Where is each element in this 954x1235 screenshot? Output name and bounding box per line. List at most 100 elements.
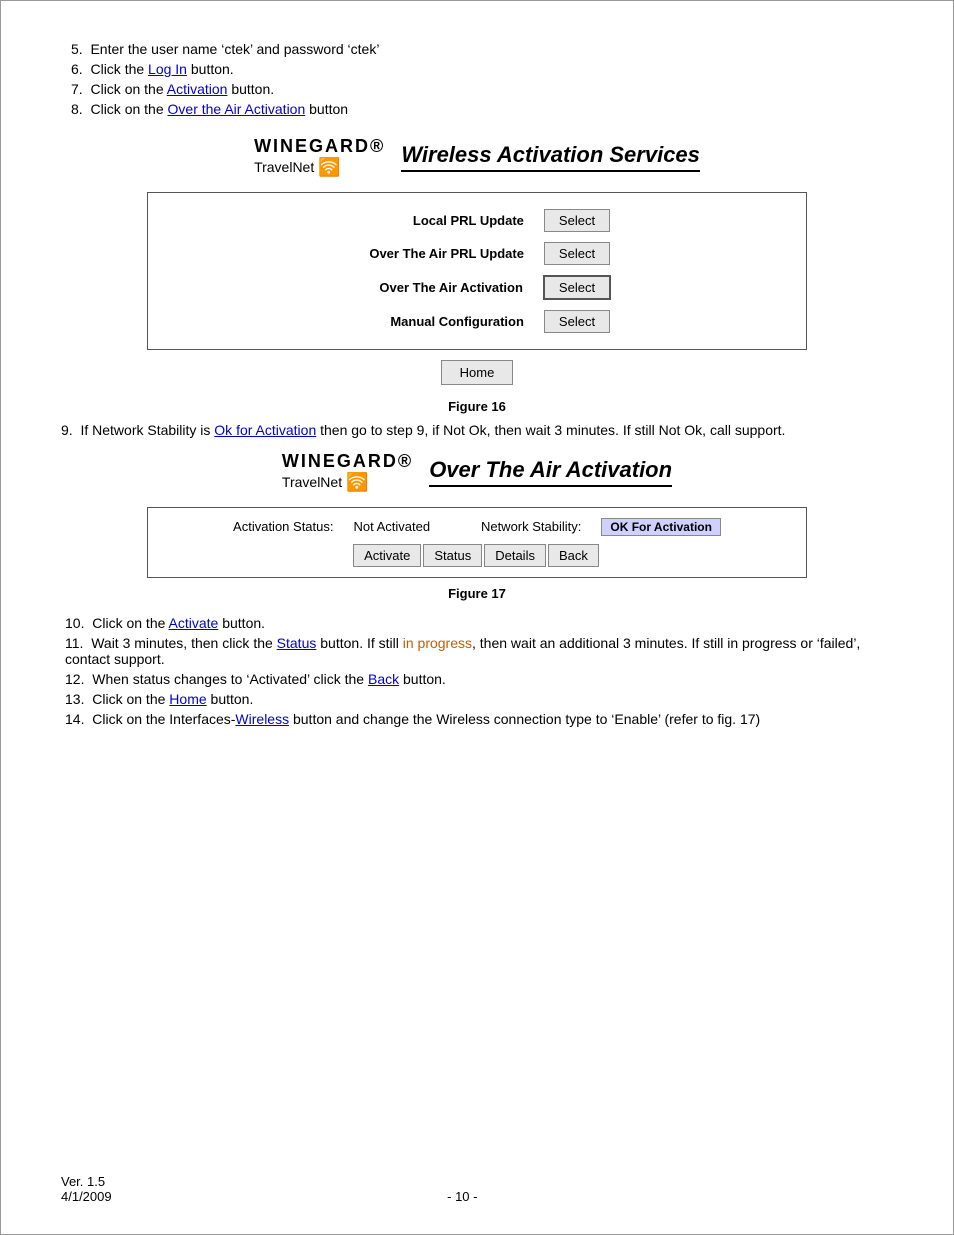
- winegard-logo: WINEGARD® TravelNet 🛜: [254, 137, 385, 178]
- step-8-num: 8.: [71, 101, 83, 117]
- figure16-row-3: Over The Air Activation Select: [168, 275, 786, 300]
- wireless-activation-title: Wireless Activation Services: [401, 142, 700, 172]
- manual-config-select-button[interactable]: Select: [544, 310, 610, 333]
- winegard-brand-2: WINEGARD®: [282, 452, 413, 472]
- footer: Ver. 1.5 4/1/2009 - 10 -: [61, 1174, 893, 1204]
- step-11-num: 11.: [65, 635, 83, 651]
- status-button[interactable]: Status: [423, 544, 482, 567]
- step-9-num: 9.: [61, 422, 73, 438]
- step-10-num: 10.: [65, 615, 84, 631]
- figure17-caption: Figure 17: [61, 586, 893, 601]
- step-7-num: 7.: [71, 81, 83, 97]
- manual-config-label: Manual Configuration: [344, 314, 544, 329]
- home-button-container: Home: [61, 360, 893, 385]
- footer-center: - 10 -: [112, 1189, 813, 1204]
- figure16-caption: Figure 16: [61, 399, 893, 414]
- page: 5. Enter the user name ‘ctek’ and passwo…: [0, 0, 954, 1235]
- step-12-text-before: When status changes to ‘Activated’ click…: [92, 671, 368, 687]
- step-9-text-after: then go to step 9, if Not Ok, then wait …: [316, 422, 785, 438]
- step-10: 10. Click on the Activate button.: [61, 615, 893, 631]
- winegard-sub: TravelNet 🛜: [254, 157, 385, 178]
- step-12-num: 12.: [65, 671, 84, 687]
- ok-for-activation-link[interactable]: Ok for Activation: [214, 422, 316, 438]
- ota-title: Over The Air Activation: [429, 457, 672, 487]
- step-13-text-after: button.: [207, 691, 254, 707]
- step-10-text-after: button.: [218, 615, 265, 631]
- back-button[interactable]: Back: [548, 544, 599, 567]
- step-10-text-before: Click on the: [92, 615, 168, 631]
- step-14: 14. Click on the Interfaces-Wireless but…: [61, 711, 893, 727]
- step-8-text-after: button: [305, 101, 348, 117]
- activate-button[interactable]: Activate: [353, 544, 421, 567]
- figure16-box: Local PRL Update Select Over The Air PRL…: [147, 192, 807, 350]
- figure17-header: WINEGARD® TravelNet 🛜 Over The Air Activ…: [61, 452, 893, 493]
- step-11-text-before: Wait 3 minutes, then click the: [91, 635, 276, 651]
- home-button[interactable]: Home: [441, 360, 514, 385]
- winegard-brand: WINEGARD®: [254, 137, 385, 157]
- top-steps-list: 5. Enter the user name ‘ctek’ and passwo…: [61, 41, 893, 117]
- step-11: 11. Wait 3 minutes, then click the Statu…: [61, 635, 893, 667]
- step-8: 8. Click on the Over the Air Activation …: [61, 101, 893, 117]
- page-number: - 10 -: [447, 1189, 477, 1204]
- local-prl-select-button[interactable]: Select: [544, 209, 610, 232]
- step-5-text: Enter the user name ‘ctek’ and password …: [90, 41, 379, 57]
- network-stability-value: OK For Activation: [601, 518, 721, 536]
- step-14-text-before: Click on the Interfaces-: [92, 711, 235, 727]
- step-7-text-before: Click on the: [90, 81, 166, 97]
- figure16-header: WINEGARD® TravelNet 🛜 Wireless Activatio…: [61, 137, 893, 178]
- date-text: 4/1/2009: [61, 1189, 112, 1204]
- step-12: 12. When status changes to ‘Activated’ c…: [61, 671, 893, 687]
- ota-prl-select-button[interactable]: Select: [544, 242, 610, 265]
- travelnet-label-2: TravelNet: [282, 474, 342, 490]
- step-14-text-after: button and change the Wireless connectio…: [289, 711, 760, 727]
- step-9: 9. If Network Stability is Ok for Activa…: [61, 422, 893, 438]
- step-6-text-after: button.: [187, 61, 234, 77]
- ota-activation-select-button[interactable]: Select: [543, 275, 611, 300]
- figure16-row-4: Manual Configuration Select: [168, 310, 786, 333]
- ota-link[interactable]: Over the Air Activation: [168, 101, 306, 117]
- step-7: 7. Click on the Activation button.: [61, 81, 893, 97]
- travelnet-icon: 🛜: [318, 157, 340, 178]
- version-text: Ver. 1.5: [61, 1174, 112, 1189]
- step-13-text-before: Click on the: [92, 691, 169, 707]
- step-11-text-mid: button. If still: [316, 635, 402, 651]
- step-6-text-before: Click the: [90, 61, 148, 77]
- step-8-text-before: Click on the: [90, 101, 167, 117]
- in-progress-text: in progress: [403, 635, 472, 651]
- activation-link[interactable]: Activation: [167, 81, 228, 97]
- step-13: 13. Click on the Home button.: [61, 691, 893, 707]
- ota-activation-label: Over The Air Activation: [343, 280, 543, 295]
- status-link[interactable]: Status: [277, 635, 317, 651]
- figure16-row-2: Over The Air PRL Update Select: [168, 242, 786, 265]
- step-12-text-after: button.: [399, 671, 446, 687]
- step-5-num: 5.: [71, 41, 83, 57]
- activation-status-label: Activation Status:: [233, 519, 333, 534]
- step-5: 5. Enter the user name ‘ctek’ and passwo…: [61, 41, 893, 57]
- local-prl-label: Local PRL Update: [344, 213, 544, 228]
- home-link[interactable]: Home: [169, 691, 206, 707]
- step-6: 6. Click the Log In button.: [61, 61, 893, 77]
- activation-status-value: Not Activated: [354, 519, 431, 534]
- wireless-link[interactable]: Wireless: [235, 711, 289, 727]
- step-7-text-after: button.: [227, 81, 274, 97]
- network-stability-label: Network Stability:: [481, 519, 581, 534]
- login-link[interactable]: Log In: [148, 61, 187, 77]
- step-9-text-before: If Network Stability is: [80, 422, 214, 438]
- details-button[interactable]: Details: [484, 544, 546, 567]
- winegard-sub-2: TravelNet 🛜: [282, 472, 413, 493]
- figure17-buttons: Activate Status Details Back: [168, 544, 786, 567]
- ota-prl-label: Over The Air PRL Update: [344, 246, 544, 261]
- step-13-num: 13.: [65, 691, 84, 707]
- footer-left: Ver. 1.5 4/1/2009: [61, 1174, 112, 1204]
- bottom-steps-list: 10. Click on the Activate button. 11. Wa…: [61, 615, 893, 727]
- winegard-logo-2: WINEGARD® TravelNet 🛜: [282, 452, 413, 493]
- figure17-box: Activation Status: Not Activated Network…: [147, 507, 807, 578]
- travelnet-label: TravelNet: [254, 159, 314, 175]
- activate-link[interactable]: Activate: [169, 615, 219, 631]
- back-link[interactable]: Back: [368, 671, 399, 687]
- figure16-row-1: Local PRL Update Select: [168, 209, 786, 232]
- status-row: Activation Status: Not Activated Network…: [168, 518, 786, 536]
- step-6-num: 6.: [71, 61, 83, 77]
- step-14-num: 14.: [65, 711, 84, 727]
- travelnet-icon-2: 🛜: [346, 472, 368, 493]
